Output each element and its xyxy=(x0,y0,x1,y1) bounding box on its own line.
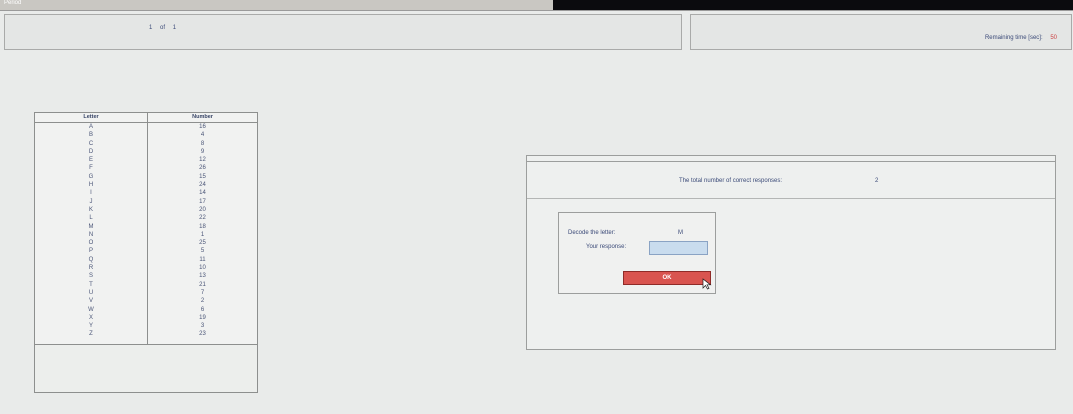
letter-cell: V xyxy=(88,298,93,305)
letter-cell: F xyxy=(89,165,93,172)
letter-cell: Q xyxy=(88,256,94,263)
number-cell: 23 xyxy=(199,331,206,338)
letter-cell: N xyxy=(88,231,94,238)
window-titlebar: Period xyxy=(0,0,1073,11)
number-cell: 26 xyxy=(199,165,206,172)
letter-cell: I xyxy=(90,190,92,197)
mouse-pointer-icon xyxy=(702,278,712,290)
letter-cell: J xyxy=(89,198,93,205)
number-cell: 25 xyxy=(199,240,206,247)
number-cell: 10 xyxy=(199,265,206,272)
letter-cell: T xyxy=(89,281,93,288)
number-cell: 24 xyxy=(199,182,206,189)
correct-responses-row: The total number of correct responses: 2 xyxy=(527,162,1055,199)
letter-column-header: Letter xyxy=(35,113,147,123)
number-cell: 15 xyxy=(199,173,206,180)
number-cell: 22 xyxy=(199,215,206,222)
page-indicator: 1 of 1 xyxy=(149,25,182,31)
number-cells: 16 4 8 9 12 26 15 24 14 17 20 22 18 1 25 5 11 10 13 21 7 2 6 19… xyxy=(148,123,257,339)
remaining-time: Remaining time [sec]: 50 xyxy=(985,35,1057,41)
letter-column: Letter ABCDEFGHIJKLMNOPQRSTUVWXYZ xyxy=(35,113,148,345)
response-input[interactable] xyxy=(649,241,708,255)
number-cell: 17 xyxy=(199,198,206,205)
table-footer-panel xyxy=(34,344,258,393)
number-cell: 18 xyxy=(199,223,206,230)
correct-responses-label: The total number of correct responses: xyxy=(679,178,783,184)
letter-cell: E xyxy=(88,157,93,164)
letter-number-table: Letter ABCDEFGHIJKLMNOPQRSTUVWXYZ Number… xyxy=(34,112,258,346)
letter-cell: Z xyxy=(89,331,93,338)
number-cell: 2 xyxy=(200,298,205,305)
decode-prompt: Decode the letter: xyxy=(568,230,616,236)
correct-responses-value: 2 xyxy=(875,178,879,184)
page-of: of xyxy=(160,25,166,31)
letter-cell: C xyxy=(88,140,94,147)
number-cell: 19 xyxy=(199,314,206,321)
decode-letter: M xyxy=(678,230,683,236)
number-cell: 6 xyxy=(200,306,205,313)
number-cell: 5 xyxy=(200,248,205,255)
letter-cell: G xyxy=(88,173,94,180)
number-cell: 16 xyxy=(199,124,206,130)
titlebar-dark-area xyxy=(553,0,1073,10)
number-cell: 11 xyxy=(199,256,206,263)
decode-form: Decode the letter: M Your response: OK xyxy=(558,212,716,294)
letter-cell: D xyxy=(88,148,94,155)
task-panel: The total number of correct responses: 2… xyxy=(526,155,1056,350)
letter-cell: B xyxy=(88,132,93,139)
page-indicator-panel: 1 of 1 xyxy=(4,14,682,50)
letter-cell: O xyxy=(88,240,94,247)
letter-cells: ABCDEFGHIJKLMNOPQRSTUVWXYZ xyxy=(35,123,147,339)
letter-cell: H xyxy=(88,182,94,189)
ok-button[interactable]: OK xyxy=(623,271,711,285)
number-cell: 1 xyxy=(200,231,205,238)
number-cell: 13 xyxy=(199,273,206,280)
number-cell: 7 xyxy=(200,289,205,296)
timer-panel: Remaining time [sec]: 50 xyxy=(690,14,1072,50)
number-cell: 4 xyxy=(200,132,205,139)
number-cell: 9 xyxy=(200,148,205,155)
page-current: 1 xyxy=(149,25,153,31)
letter-cell: S xyxy=(88,273,93,280)
response-label: Your response: xyxy=(586,244,627,250)
number-cell: 14 xyxy=(199,190,206,197)
number-cell: 3 xyxy=(200,323,205,330)
number-cell: 8 xyxy=(200,140,205,147)
number-cell: 20 xyxy=(199,206,206,213)
number-column-header: Number xyxy=(148,113,257,123)
letter-cell: A xyxy=(88,124,93,130)
number-cell: 12 xyxy=(199,157,206,164)
letter-cell: M xyxy=(88,223,94,230)
number-cell: 21 xyxy=(199,281,206,288)
letter-cell: K xyxy=(88,206,93,213)
letter-cell: R xyxy=(88,265,94,272)
letter-cell: U xyxy=(88,289,94,296)
remaining-time-value: 50 xyxy=(1050,35,1057,41)
remaining-time-label: Remaining time [sec]: xyxy=(984,35,1043,41)
number-column: Number 16 4 8 9 12 26 15 24 14 17 20 22 18 1 25 5 11 10 13… xyxy=(148,113,257,345)
page-total: 1 xyxy=(172,25,177,31)
letter-cell: P xyxy=(88,248,93,255)
letter-cell: L xyxy=(89,215,93,222)
letter-cell: Y xyxy=(88,323,93,330)
window-title: Period xyxy=(4,0,22,6)
letter-cell: X xyxy=(88,314,93,321)
letter-cell: W xyxy=(88,306,94,313)
